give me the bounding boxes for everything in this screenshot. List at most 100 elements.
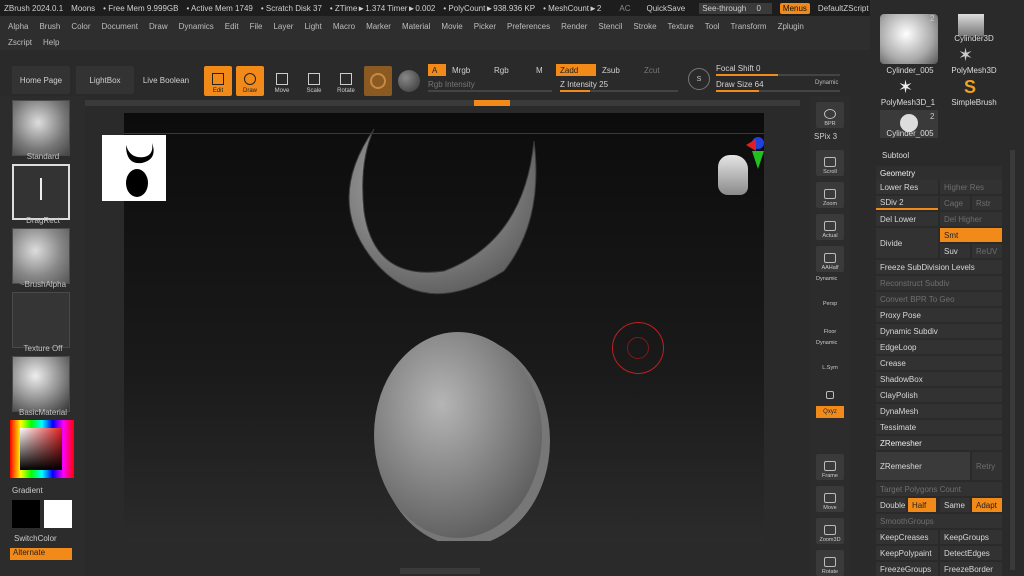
- alternate-button[interactable]: Alternate: [10, 548, 72, 560]
- keeppolypaint-toggle[interactable]: KeepPolypaint: [876, 546, 938, 560]
- zcut-toggle[interactable]: Zcut: [640, 64, 676, 76]
- suv-toggle[interactable]: Suv: [940, 244, 970, 258]
- cage-button[interactable]: Cage: [940, 196, 970, 210]
- moon-sculpt-meshes[interactable]: [334, 121, 564, 541]
- freezegroups-toggle[interactable]: FreezeGroups: [876, 562, 938, 576]
- menu-help[interactable]: Help: [43, 38, 59, 47]
- lock-button[interactable]: [816, 376, 844, 402]
- menu-macro[interactable]: Macro: [333, 22, 355, 31]
- z-intensity-slider[interactable]: Z Intensity 25: [560, 80, 678, 92]
- menu-render[interactable]: Render: [561, 22, 587, 31]
- menu-stencil[interactable]: Stencil: [598, 22, 622, 31]
- color-square[interactable]: [20, 428, 62, 470]
- rotate-mode-button[interactable]: Rotate: [332, 66, 360, 96]
- rstr-button[interactable]: Rstr: [972, 196, 1002, 210]
- freezeborder-toggle[interactable]: FreezeBorder: [940, 562, 1002, 576]
- keepcreases-toggle[interactable]: KeepCreases: [876, 530, 938, 544]
- menu-texture[interactable]: Texture: [668, 22, 694, 31]
- live-boolean-button[interactable]: Live Boolean: [138, 66, 194, 94]
- geometry-header[interactable]: Geometry: [876, 166, 1002, 180]
- frame-button[interactable]: Frame: [816, 454, 844, 480]
- zoom-button[interactable]: Zoom: [816, 182, 844, 208]
- lazy-mouse-icon[interactable]: S: [688, 68, 710, 90]
- secondary-color-swatch[interactable]: [44, 500, 72, 528]
- mrgb-toggle[interactable]: Mrgb: [448, 64, 484, 76]
- keepgroups-toggle[interactable]: KeepGroups: [940, 530, 1002, 544]
- menu-document[interactable]: Document: [102, 22, 138, 31]
- menu-preferences[interactable]: Preferences: [507, 22, 550, 31]
- draw-mode-button[interactable]: Draw: [236, 66, 264, 96]
- menu-zplugin[interactable]: Zplugin: [778, 22, 804, 31]
- menu-brush[interactable]: Brush: [39, 22, 60, 31]
- xyz-button[interactable]: Qxyz: [816, 406, 844, 418]
- higher-res-button[interactable]: Higher Res: [940, 180, 1002, 194]
- viewport-canvas[interactable]: [102, 113, 764, 543]
- switchcolor-button[interactable]: SwitchColor: [14, 534, 57, 543]
- claypolish-section[interactable]: ClayPolish: [876, 388, 1002, 402]
- menu-tool[interactable]: Tool: [705, 22, 720, 31]
- scroll-button[interactable]: Scroll: [816, 150, 844, 176]
- menu-draw[interactable]: Draw: [149, 22, 168, 31]
- bpr-button[interactable]: BPR: [816, 102, 844, 128]
- menu-dynamics[interactable]: Dynamics: [179, 22, 214, 31]
- a-toggle[interactable]: A: [428, 64, 446, 76]
- bottom-tray-handle[interactable]: [400, 568, 480, 574]
- shadowbox-section[interactable]: ShadowBox: [876, 372, 1002, 386]
- lightbox-button[interactable]: LightBox: [76, 66, 134, 94]
- primary-color-swatch[interactable]: [12, 500, 40, 528]
- freeze-subdivision-button[interactable]: Freeze SubDivision Levels: [876, 260, 1002, 274]
- divide-button[interactable]: Divide: [876, 228, 938, 258]
- color-sphere-icon[interactable]: [398, 70, 420, 92]
- zremesher-section-header[interactable]: ZRemesher: [876, 436, 1002, 450]
- rgb-toggle[interactable]: Rgb: [490, 64, 526, 76]
- proxy-pose-section[interactable]: Proxy Pose: [876, 308, 1002, 322]
- axis-x-icon[interactable]: [746, 139, 756, 151]
- smt-toggle[interactable]: Smt: [940, 228, 1002, 242]
- menu-alpha[interactable]: Alpha: [8, 22, 28, 31]
- brush-alpha-thumb[interactable]: [12, 228, 70, 284]
- detectedges-toggle[interactable]: DetectEdges: [940, 546, 1002, 560]
- simplebrush-icon[interactable]: S: [964, 78, 976, 96]
- zsub-toggle[interactable]: Zsub: [598, 64, 638, 76]
- del-lower-button[interactable]: Del Lower: [876, 212, 938, 226]
- material-swatch-button[interactable]: [364, 66, 392, 96]
- move-view-button[interactable]: Move: [816, 486, 844, 512]
- zoom3d-button[interactable]: Zoom3D: [816, 518, 844, 544]
- reuv-button[interactable]: ReUV: [972, 244, 1002, 258]
- dynamesh-section[interactable]: DynaMesh: [876, 404, 1002, 418]
- retry-button[interactable]: Retry: [972, 452, 1002, 480]
- same-button[interactable]: Same: [940, 498, 970, 512]
- aahalf-button[interactable]: AAHalf: [816, 246, 844, 272]
- menu-layer[interactable]: Layer: [273, 22, 293, 31]
- menu-material[interactable]: Material: [402, 22, 430, 31]
- lsym-button[interactable]: L.Sym: [816, 346, 844, 372]
- seethrough-slider[interactable]: See-through 0: [699, 2, 772, 14]
- cylinder3d-icon[interactable]: [958, 14, 984, 36]
- lower-res-button[interactable]: Lower Res: [876, 180, 938, 194]
- menu-file[interactable]: File: [250, 22, 263, 31]
- smoothgroups-slider[interactable]: SmoothGroups: [876, 514, 1002, 528]
- floor-button[interactable]: Floor: [816, 310, 844, 336]
- zremesher-button[interactable]: ZRemesher: [876, 452, 970, 480]
- half-button[interactable]: Half: [908, 498, 936, 512]
- navigation-head-gizmo[interactable]: [714, 151, 756, 219]
- m-toggle[interactable]: M: [532, 64, 552, 76]
- sdiv-slider[interactable]: SDiv 2: [876, 196, 938, 210]
- home-page-button[interactable]: Home Page: [12, 66, 70, 94]
- scale-mode-button[interactable]: Scale: [300, 66, 328, 96]
- menu-light[interactable]: Light: [304, 22, 321, 31]
- rotate-view-button[interactable]: Rotate: [816, 550, 844, 576]
- defaultzscript-button[interactable]: DefaultZScript: [818, 4, 869, 13]
- axis-y-icon[interactable]: [752, 151, 764, 169]
- actual-button[interactable]: Actual: [816, 214, 844, 240]
- panel-scrollbar[interactable]: [1010, 150, 1015, 570]
- subtool-header[interactable]: Subtool: [882, 151, 909, 160]
- crease-section[interactable]: Crease: [876, 356, 1002, 370]
- quicksave-button[interactable]: QuickSave: [647, 4, 686, 13]
- persp-button[interactable]: Persp: [816, 282, 844, 308]
- ac-button[interactable]: AC: [619, 4, 630, 13]
- texture-thumb[interactable]: [12, 292, 70, 348]
- dragrect-stroke-thumb[interactable]: [12, 164, 70, 220]
- target-polygons-slider[interactable]: Target Polygons Count: [876, 482, 1002, 496]
- menus-button[interactable]: Menus: [779, 2, 810, 14]
